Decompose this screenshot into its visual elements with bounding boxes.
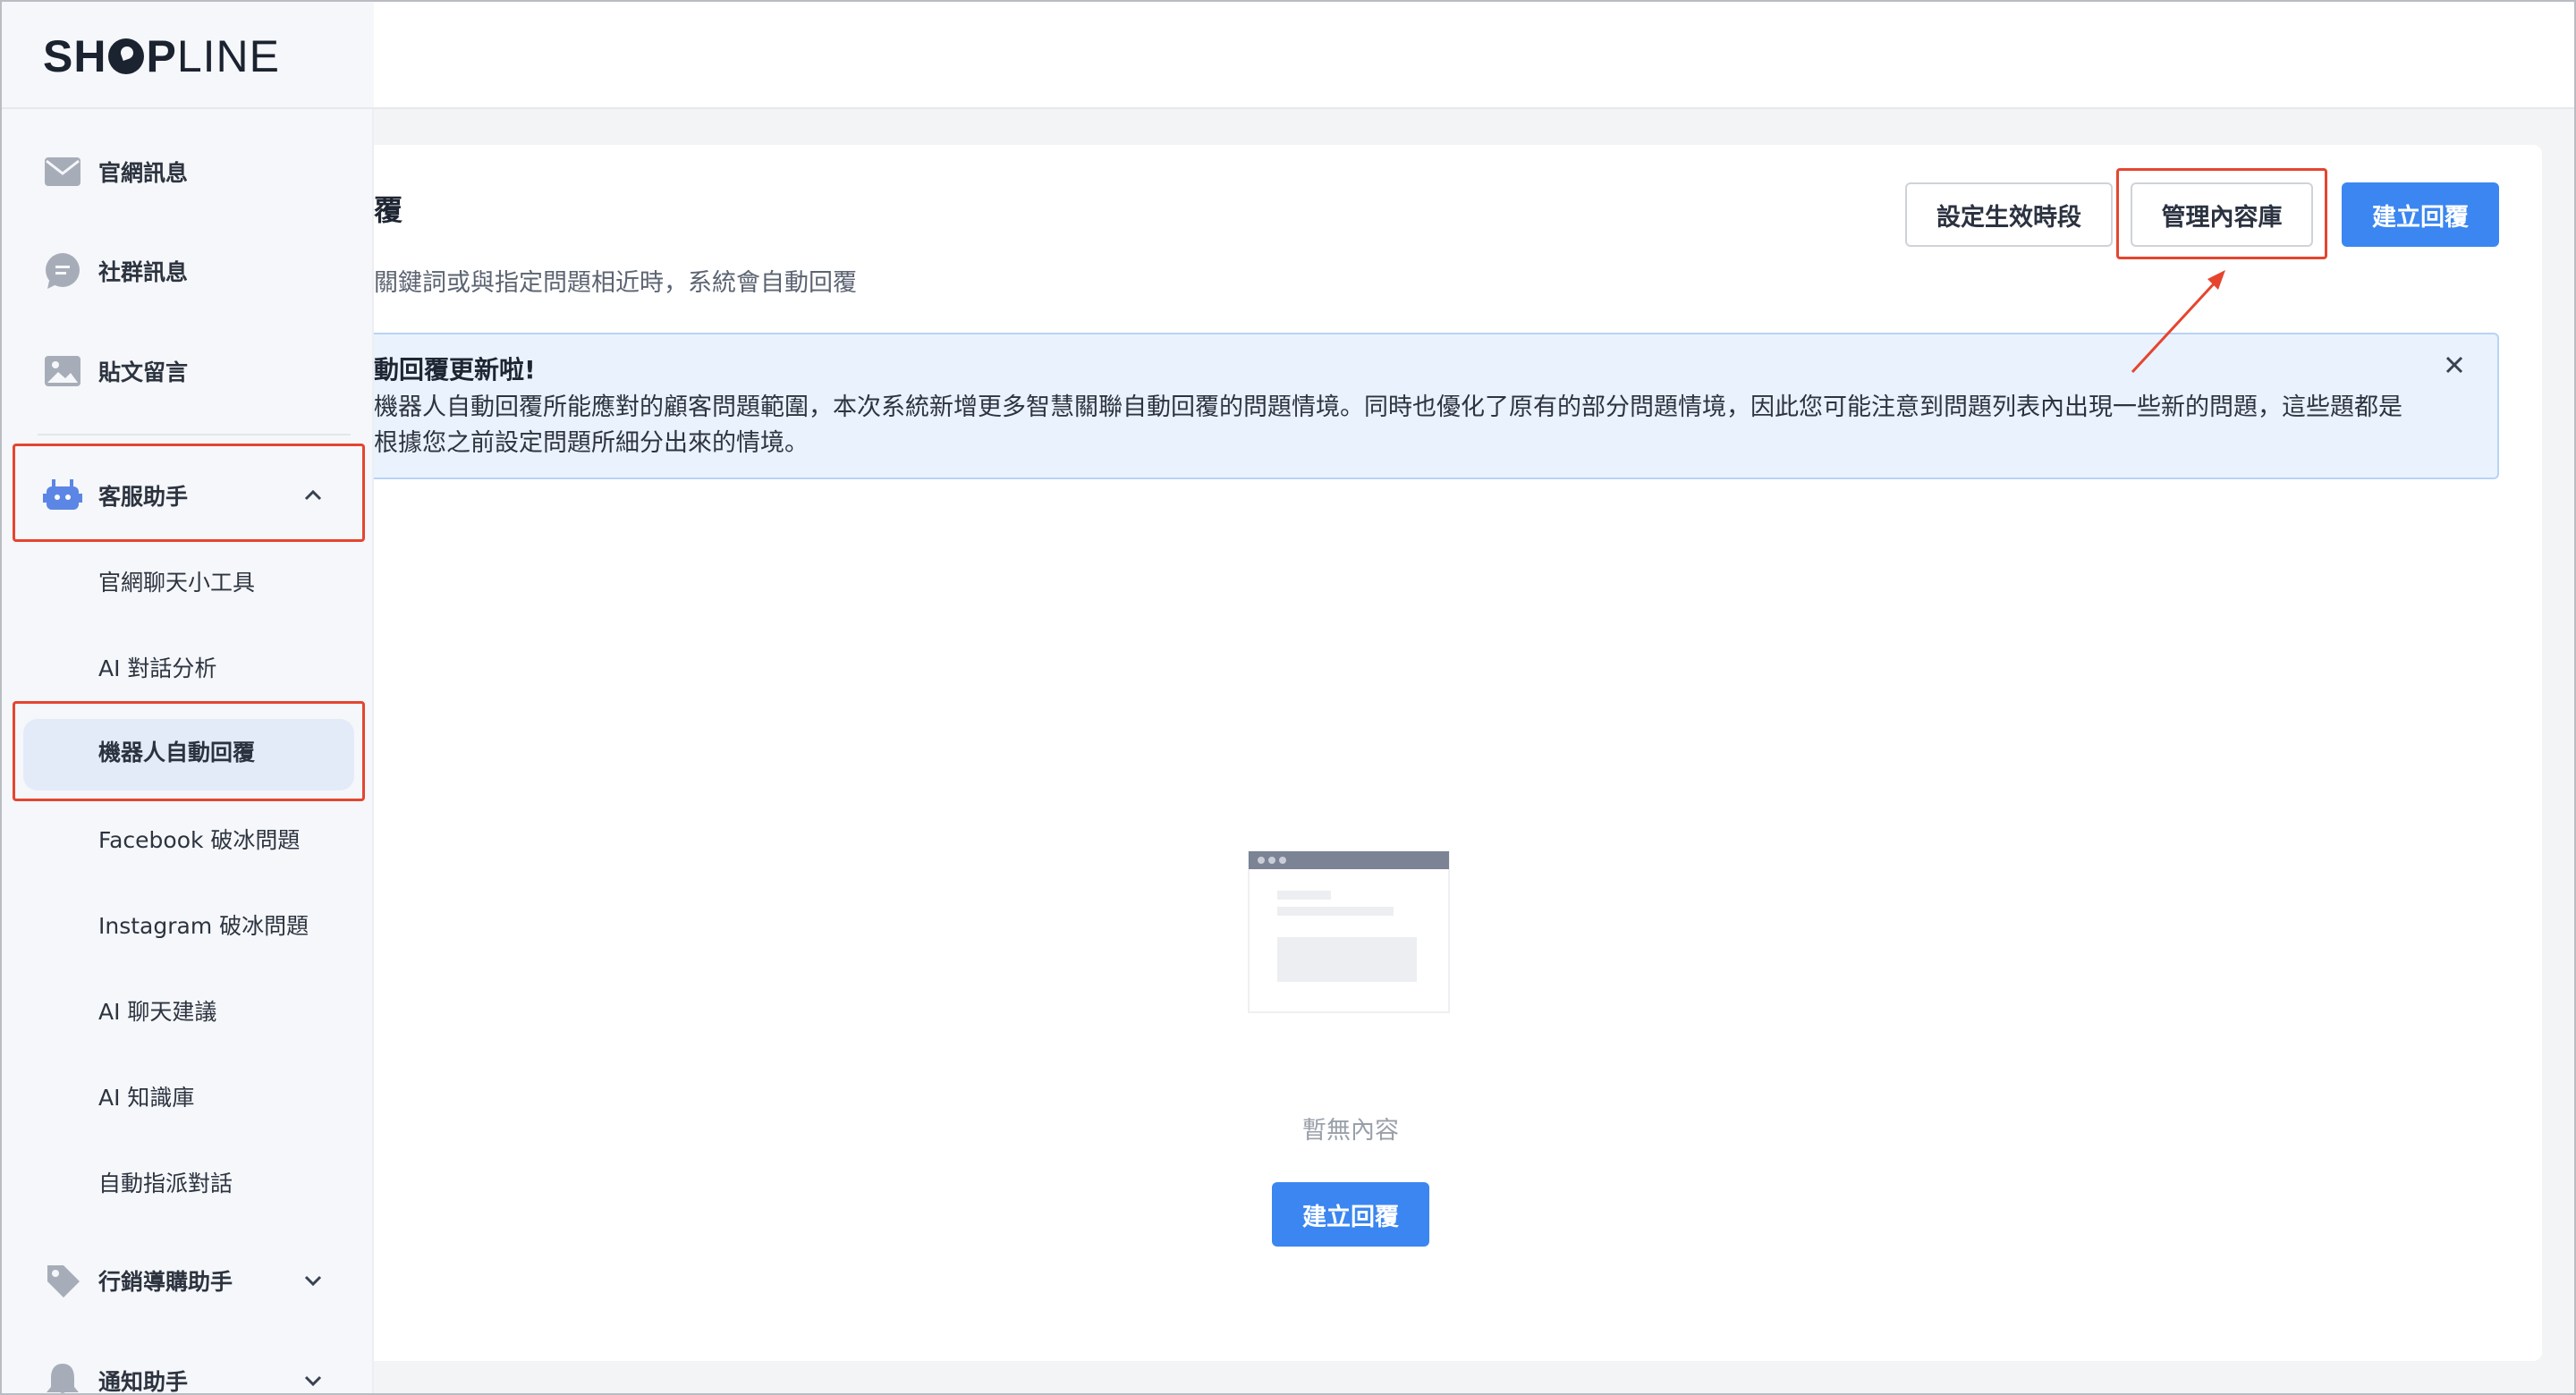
create-reply-button[interactable]: 建立回覆: [2342, 182, 2499, 247]
app-window: 覆 關鍵詞或與指定問題相近時，系統會自動回覆 設定生效時段 管理內容庫 建立回覆…: [0, 0, 2576, 1395]
sidebar-item-social-messages[interactable]: 社群訊息: [2, 235, 374, 307]
tag-icon: [43, 1261, 82, 1300]
sidebar-divider: [38, 434, 351, 435]
sidebar-item-website-messages[interactable]: 官網訊息: [2, 136, 374, 207]
envelope-icon: [43, 152, 82, 191]
sidebar-item-post-comments[interactable]: 貼文留言: [2, 335, 374, 407]
sidebar-subitem-ai-analysis[interactable]: AI 對話分析: [2, 631, 374, 703]
sidebar-subitem-chat-widget[interactable]: 官網聊天小工具: [2, 545, 374, 617]
arrow-annotation-icon: [2131, 270, 2225, 374]
sidebar-section-notifications[interactable]: 通知助手: [2, 1345, 374, 1393]
chevron-up-icon: [299, 481, 327, 510]
close-icon[interactable]: [2438, 349, 2470, 381]
sidebar-subitem-auto-assign[interactable]: 自動指派對話: [2, 1146, 374, 1218]
shopline-logo[interactable]: SH P LINE: [43, 34, 280, 79]
sidebar-subitem-instagram-icebreaker[interactable]: Instagram 破冰問題: [2, 889, 374, 960]
logo-area: SH P LINE: [2, 2, 374, 109]
schedule-button[interactable]: 設定生效時段: [1905, 182, 2113, 247]
manage-library-button[interactable]: 管理內容庫: [2131, 182, 2313, 247]
sidebar-section-marketing[interactable]: 行銷導購助手: [2, 1245, 374, 1316]
sidebar-subitem-facebook-icebreaker[interactable]: Facebook 破冰問題: [2, 803, 374, 875]
robot-icon: [43, 476, 82, 515]
sidebar-subitem-ai-knowledge-base[interactable]: AI 知識庫: [2, 1061, 374, 1132]
page-description: 關鍵詞或與指定問題相近時，系統會自動回覆: [374, 269, 857, 297]
image-icon: [43, 351, 82, 391]
empty-state-text: 暫無內容: [1302, 1117, 1399, 1145]
chevron-down-icon: [299, 1366, 327, 1393]
page-title: 覆: [374, 193, 403, 227]
bell-icon: [43, 1361, 82, 1393]
sidebar-subitem-ai-chat-suggestions[interactable]: AI 聊天建議: [2, 975, 374, 1046]
notice-body: 機器人自動回覆所能應對的顧客問題範圍，本次系統新增更多智慧關聯自動回覆的問題情境…: [374, 393, 2402, 457]
top-bar: [2, 2, 2574, 109]
empty-create-reply-button[interactable]: 建立回覆: [1272, 1182, 1429, 1247]
sidebar: SH P LINE 官網訊息 社群訊息 貼文留言 客服助手 官網聊天小工具 AI…: [2, 2, 374, 1393]
sidebar-section-customer-service[interactable]: 客服助手: [2, 460, 374, 531]
chat-bubble-icon: [43, 251, 82, 291]
notice-title: 動回覆更新啦!: [374, 355, 536, 385]
chevron-down-icon: [299, 1266, 327, 1295]
sidebar-subitem-bot-auto-reply[interactable]: 機器人自動回覆: [2, 715, 374, 790]
empty-state-icon: [1248, 850, 1450, 1013]
